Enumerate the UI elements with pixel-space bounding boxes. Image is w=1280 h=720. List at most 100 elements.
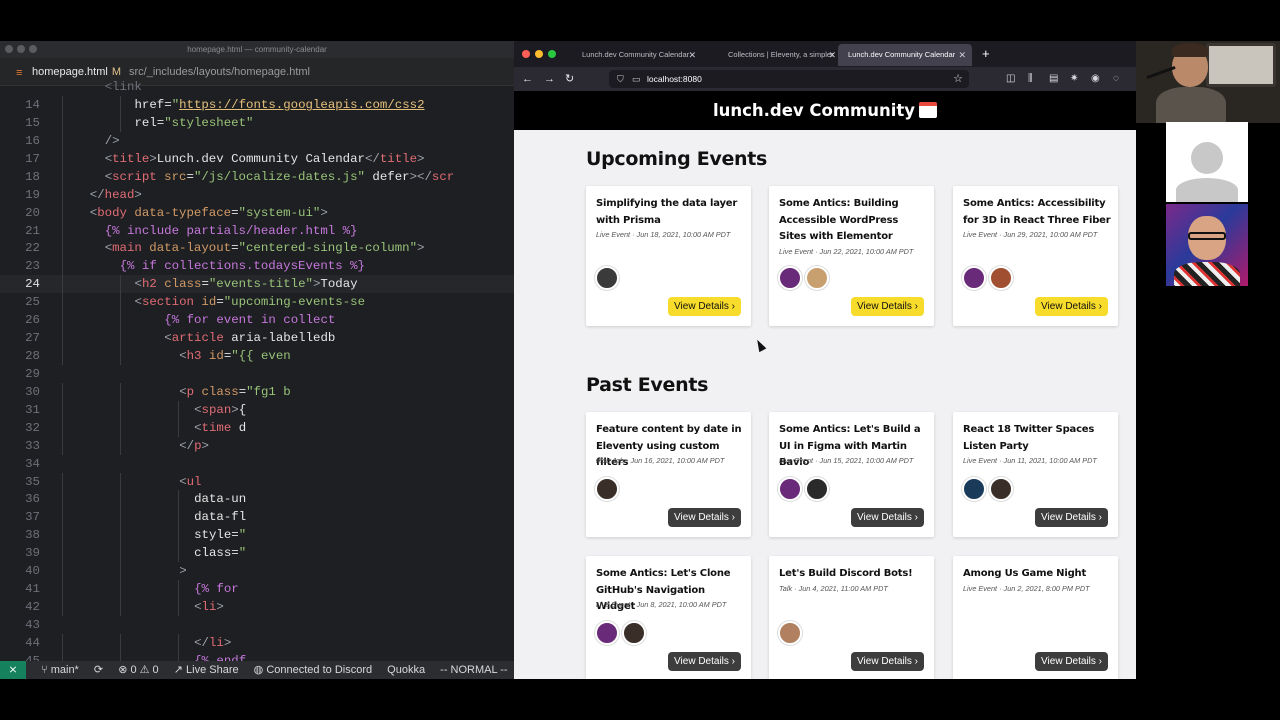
code-line[interactable]: 17 <title>Lunch.dev Community Calendar</t… <box>0 149 514 168</box>
sidebar-icon[interactable]: ▤ <box>1049 70 1058 88</box>
code-line[interactable]: 20 <body data-typeface="system-ui"> <box>0 203 514 222</box>
code-line[interactable]: 41 {% for <box>0 580 514 599</box>
host-avatar[interactable] <box>805 266 829 290</box>
browser-tab-3[interactable]: Lunch.dev Community Calendar ✕ <box>838 44 972 66</box>
view-details-button[interactable]: View Details › <box>668 652 741 671</box>
view-details-button[interactable]: View Details › <box>851 297 924 316</box>
git-branch[interactable]: ⑂ main* <box>41 664 79 676</box>
code-line[interactable]: 28 <h3 id="{{ even <box>0 347 514 366</box>
view-details-button[interactable]: View Details › <box>1035 508 1108 527</box>
code-line[interactable]: 33 </p> <box>0 436 514 455</box>
status-bar: ⨯ ⑂ main* ⟳ ⊗ 0 ⚠ 0 ↗ Live Share ◍ Conne… <box>0 661 514 679</box>
code-line[interactable]: 23 {% if collections.todaysEvents %} <box>0 257 514 276</box>
code-area[interactable]: <link 14 href="https://fonts.googleapis.co… <box>0 80 514 670</box>
address-bar[interactable]: ⛉ ▭ localhost:8080 ☆ <box>609 70 969 88</box>
host-avatar[interactable] <box>622 621 646 645</box>
code-line[interactable]: 43 <box>0 616 514 634</box>
forward-arrow-icon[interactable]: → <box>544 70 555 88</box>
close-tab-icon[interactable]: ✕ <box>828 44 836 66</box>
event-title[interactable]: Among Us Game Night <box>963 566 1111 583</box>
host-avatar[interactable] <box>962 266 986 290</box>
problems-indicator[interactable]: ⊗ 0 ⚠ 0 <box>118 664 158 676</box>
zoom-window-button[interactable] <box>29 45 37 53</box>
view-details-button[interactable]: View Details › <box>668 508 741 527</box>
code-line[interactable]: 32 <time d <box>0 418 514 437</box>
discord-status[interactable]: ◍ Connected to Discord <box>254 664 372 676</box>
code-line[interactable]: 38 style=" <box>0 526 514 545</box>
event-title[interactable]: Let's Build Discord Bots! <box>779 566 927 583</box>
code-line[interactable]: 30 <p class="fg1 b <box>0 382 514 401</box>
close-window-button[interactable] <box>5 45 13 53</box>
indent-guide <box>178 598 179 617</box>
bookmark-star-icon[interactable]: ☆ <box>953 70 963 88</box>
code-line[interactable]: 34 <box>0 455 514 473</box>
zoom-window-button[interactable] <box>548 50 556 58</box>
shield-icon[interactable]: ⛉ <box>617 70 624 88</box>
remote-icon[interactable]: ⨯ <box>0 661 26 679</box>
code-line[interactable]: 19 </head> <box>0 185 514 204</box>
view-details-button[interactable]: View Details › <box>1035 297 1108 316</box>
host-avatar[interactable] <box>989 477 1013 501</box>
host-avatar[interactable] <box>805 477 829 501</box>
code-line[interactable]: 37 data-fl <box>0 508 514 527</box>
host-avatar[interactable] <box>595 266 619 290</box>
minimize-window-button[interactable] <box>535 50 543 58</box>
code-line[interactable]: 27 <article aria-labelledb <box>0 329 514 348</box>
code-line[interactable]: 42 <li> <box>0 598 514 617</box>
code-line[interactable]: 39 class=" <box>0 544 514 563</box>
new-tab-button[interactable]: + <box>982 44 990 64</box>
code-line[interactable]: 18 <script src="/js/localize-dates.js" de… <box>0 167 514 186</box>
host-avatar[interactable] <box>778 477 802 501</box>
host-avatar[interactable] <box>989 266 1013 290</box>
host-avatar[interactable] <box>778 621 802 645</box>
view-details-button[interactable]: View Details › <box>668 297 741 316</box>
code-line[interactable]: 14 href="https://fonts.googleapis.com/css… <box>0 96 514 114</box>
close-tab-icon[interactable]: ✕ <box>688 44 696 66</box>
site-title[interactable]: lunch.dev Community <box>713 101 915 120</box>
host-avatar[interactable] <box>778 266 802 290</box>
extension-icon[interactable]: ✷ <box>1070 70 1078 88</box>
view-details-button[interactable]: View Details › <box>851 652 924 671</box>
code-line[interactable]: 21 {% include partials/header.html %} <box>0 221 514 240</box>
code-line[interactable]: 26 {% for event in collect <box>0 311 514 330</box>
pocket-icon[interactable]: ◫ <box>1006 70 1015 88</box>
breadcrumb-path[interactable]: src/_includes/layouts/homepage.html <box>129 66 310 78</box>
host-avatar[interactable] <box>595 621 619 645</box>
event-title[interactable]: Some Antics: Accessibility for 3D in Rea… <box>963 196 1111 229</box>
code-line[interactable]: 15 rel="stylesheet" <box>0 113 514 132</box>
code-line[interactable]: 16 /> <box>0 131 514 150</box>
code-line[interactable]: 44 </li> <box>0 633 514 652</box>
host-avatar[interactable] <box>595 477 619 501</box>
event-title[interactable]: React 18 Twitter Spaces Listen Party <box>963 422 1111 455</box>
browser-tab-2[interactable]: Collections | Eleventy, a simpler ✕ <box>718 44 842 66</box>
view-details-button[interactable]: View Details › <box>1035 652 1108 671</box>
menu-icon[interactable]: ◌ <box>1113 70 1119 88</box>
event-title[interactable]: Simplifying the data layer with Prisma <box>596 196 744 229</box>
view-details-button[interactable]: View Details › <box>851 508 924 527</box>
reload-icon[interactable]: ↻ <box>565 70 574 88</box>
close-window-button[interactable] <box>522 50 530 58</box>
code-text: <p class="fg1 b <box>179 384 291 399</box>
live-share-button[interactable]: ↗ Live Share <box>174 664 239 676</box>
back-arrow-icon[interactable]: ← <box>522 70 533 88</box>
code-line[interactable]: 35 <ul <box>0 472 514 491</box>
code-line[interactable]: 29 <box>0 365 514 383</box>
minimize-window-button[interactable] <box>17 45 25 53</box>
library-icon[interactable]: ⫼ <box>1028 70 1033 88</box>
account-icon[interactable]: ◉ <box>1091 70 1100 88</box>
event-title[interactable]: Some Antics: Building Accessible WordPre… <box>779 196 927 246</box>
code-line[interactable]: 36 data-un <box>0 490 514 509</box>
browser-tab-1[interactable]: Lunch.dev Community Calendar ✕ <box>572 44 702 66</box>
code-line[interactable]: 31 <span>{ <box>0 400 514 419</box>
code-line[interactable]: 25 <section id="upcoming-events-se <box>0 293 514 312</box>
code-line[interactable]: 40 > <box>0 562 514 581</box>
sync-icon[interactable]: ⟳ <box>94 664 103 676</box>
host-avatar[interactable] <box>962 477 986 501</box>
indent-guide <box>120 472 121 491</box>
line-number: 44 <box>25 635 40 650</box>
quokka-status[interactable]: Quokka <box>387 664 425 676</box>
close-tab-icon[interactable]: ✕ <box>958 44 966 66</box>
code-line[interactable]: 22 <main data-layout="centered-single-col… <box>0 239 514 258</box>
code-line[interactable]: 24 <h2 class="events-title">Today <box>0 275 514 294</box>
indent-guide <box>120 347 121 366</box>
